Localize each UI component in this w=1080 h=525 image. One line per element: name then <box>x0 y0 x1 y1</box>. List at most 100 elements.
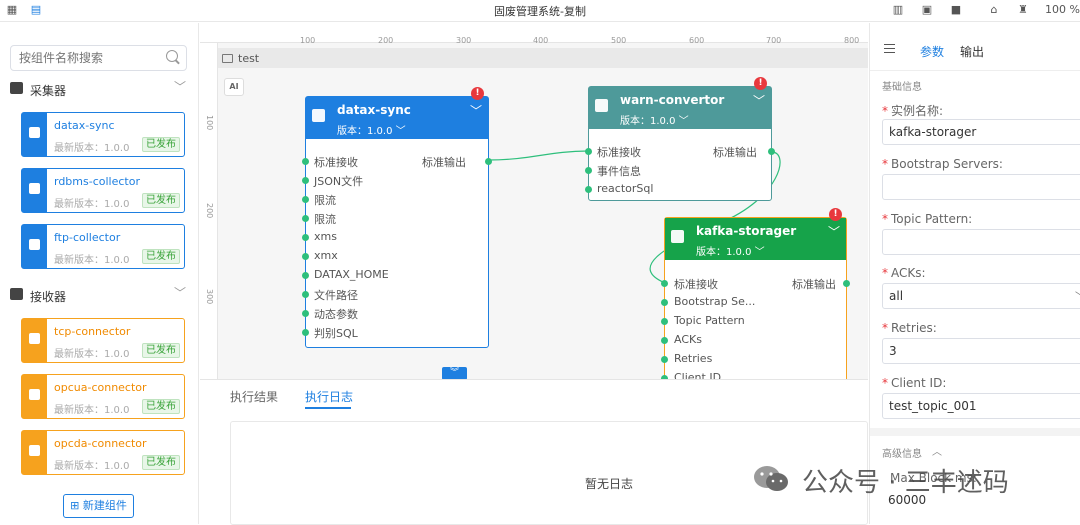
chevron-up-icon[interactable]: ︿ <box>932 443 942 458</box>
status-badge: 已发布 <box>142 455 180 470</box>
input-port[interactable] <box>661 318 668 325</box>
connector-icon <box>29 333 40 344</box>
node-datax-sync[interactable]: datax-sync 版本：1.0.0 ﹀ ﹀ ! 标准接收 标准输出 JSON… <box>302 87 492 348</box>
input-port[interactable] <box>585 167 592 174</box>
connector-icon <box>10 288 23 300</box>
chevron-down-icon[interactable]: ﹀ <box>174 284 186 301</box>
warning-icon[interactable]: ! <box>829 208 842 221</box>
empty-log-text: 暂无日志 <box>585 477 634 491</box>
output-port[interactable] <box>485 158 492 165</box>
warning-icon[interactable]: ! <box>471 87 484 100</box>
node-version[interactable]: 版本：1.0.0 ﹀ <box>620 112 689 127</box>
menu-icon[interactable] <box>884 44 895 53</box>
node-header[interactable]: datax-sync 版本：1.0.0 ﹀ ﹀ ! <box>306 87 488 139</box>
home-icon[interactable]: ⌂ <box>988 4 1000 16</box>
input-port[interactable] <box>302 158 309 165</box>
status-badge: 已发布 <box>142 193 180 208</box>
input-port[interactable] <box>661 356 668 363</box>
status-badge: 已发布 <box>142 343 180 358</box>
node-header[interactable]: warn-convertor 版本：1.0.0 ﹀ ﹀ ! <box>589 77 771 129</box>
version-label: 版本：1.0.0 <box>696 247 752 258</box>
component-item[interactable]: opcua-connector 最新版本：1.0.0 已发布 <box>21 374 185 419</box>
edit-doc-icon[interactable]: ▥ <box>892 4 904 16</box>
warning-icon[interactable]: ! <box>754 77 767 90</box>
input-port[interactable] <box>585 186 592 193</box>
input-port[interactable] <box>302 177 309 184</box>
save-icon[interactable]: ▣ <box>921 4 933 16</box>
zoom-level[interactable]: 100 % <box>1045 3 1080 16</box>
client-id-input[interactable]: test_topic_001 <box>882 393 1080 419</box>
flow-canvas[interactable]: 100 200 300 400 500 600 700 800 100 200 … <box>200 23 868 379</box>
input-port[interactable] <box>302 291 309 298</box>
chevron-down-icon[interactable]: ﹀ <box>470 102 482 119</box>
chevron-down-icon[interactable]: ﹀ <box>174 78 186 95</box>
port-label: 文件路径 <box>314 289 358 302</box>
input-port[interactable] <box>302 253 309 260</box>
node-warn-convertor[interactable]: warn-convertor 版本：1.0.0 ﹀ ﹀ ! 标准接收 标准输出 … <box>585 77 775 201</box>
group-collector[interactable]: 采集器 ﹀ <box>10 80 188 100</box>
output-port[interactable] <box>768 148 775 155</box>
field-label: * Retries: <box>882 321 937 335</box>
log-panel: 执行结果 执行日志 暂无日志 <box>200 379 868 525</box>
input-port[interactable] <box>661 299 668 306</box>
input-port[interactable] <box>585 148 592 155</box>
connector-icon <box>29 445 40 456</box>
input-port[interactable] <box>302 215 309 222</box>
tab-exec-log[interactable]: 执行日志 <box>305 388 353 405</box>
group-receiver[interactable]: 接收器 ﹀ <box>10 286 188 306</box>
search-input[interactable] <box>10 45 187 71</box>
component-name: opcua-connector <box>54 381 147 394</box>
input-port[interactable] <box>302 310 309 317</box>
port-label: reactorSql <box>597 182 654 195</box>
input-port[interactable] <box>302 272 309 279</box>
component-item[interactable]: datax-sync 最新版本：1.0.0 已发布 <box>21 112 185 157</box>
field-label: * Topic Pattern: <box>882 212 973 226</box>
component-item[interactable]: rdbms-collector 最新版本：1.0.0 已发布 <box>21 168 185 213</box>
output-port[interactable] <box>843 280 850 287</box>
input-port[interactable] <box>302 196 309 203</box>
input-port[interactable] <box>661 280 668 287</box>
group-label: 采集器 <box>30 84 67 98</box>
component-item[interactable]: opcda-connector 最新版本：1.0.0 已发布 <box>21 430 185 475</box>
field-label: * 实例名称: <box>882 104 944 118</box>
connector-icon <box>29 389 40 400</box>
port-label: 动态参数 <box>314 308 358 321</box>
topic-pattern-input[interactable] <box>882 229 1080 255</box>
component-name: opcda-connector <box>54 437 147 450</box>
retries-input[interactable]: 3 <box>882 338 1080 364</box>
tab-output[interactable]: 输出 <box>960 43 984 60</box>
component-version: 最新版本：1.0.0 <box>54 405 130 416</box>
component-version: 最新版本：1.0.0 <box>54 143 130 154</box>
node-header[interactable]: kafka-storager 版本：1.0.0 ﹀ ﹀ ! <box>665 208 846 260</box>
tab-exec-result[interactable]: 执行结果 <box>230 388 278 405</box>
node-version[interactable]: 版本：1.0.0 ﹀ <box>696 243 765 258</box>
new-component-button[interactable]: ⊞ 新建组件 <box>63 494 134 518</box>
field-label-text: Client ID: <box>891 376 947 390</box>
node-version[interactable]: 版本：1.0.0 ﹀ <box>337 122 406 137</box>
puzzle-icon <box>671 230 684 243</box>
properties-panel: 参数 输出 基础信息 * 实例名称: kafka-storager * Bootst… <box>869 23 1080 524</box>
chevron-down-icon[interactable]: ﹀ <box>1075 288 1080 303</box>
tab-params[interactable]: 参数 <box>920 43 944 60</box>
chevron-down-icon[interactable]: ﹀ <box>753 92 765 109</box>
node-name: warn-convertor <box>620 93 725 107</box>
section-basic-title: 基础信息 <box>882 82 922 93</box>
instance-name-input[interactable]: kafka-storager <box>882 119 1080 145</box>
edge-datax-warn <box>488 150 589 161</box>
chevron-down-icon[interactable]: ﹀ <box>828 223 840 240</box>
search-icon[interactable] <box>166 50 178 62</box>
field-label: * Bootstrap Servers: <box>882 157 1003 171</box>
component-item[interactable]: tcp-connector 最新版本：1.0.0 已发布 <box>21 318 185 363</box>
component-name: ftp-collector <box>54 231 121 244</box>
input-port[interactable] <box>302 329 309 336</box>
node-kafka-storager[interactable]: kafka-storager 版本：1.0.0 ﹀ ﹀ ! 标准接收 标准输出 … <box>661 208 850 379</box>
port-label: 标准输出 <box>713 146 757 159</box>
shirt-icon[interactable]: ♜ <box>1017 4 1029 16</box>
component-item[interactable]: ftp-collector 最新版本：1.0.0 已发布 <box>21 224 185 269</box>
stop-icon[interactable]: ■ <box>950 4 962 16</box>
input-port[interactable] <box>302 234 309 241</box>
node-name: datax-sync <box>337 103 411 117</box>
acks-select[interactable]: all ﹀ <box>882 283 1080 309</box>
input-port[interactable] <box>661 337 668 344</box>
bootstrap-servers-input[interactable] <box>882 174 1080 200</box>
